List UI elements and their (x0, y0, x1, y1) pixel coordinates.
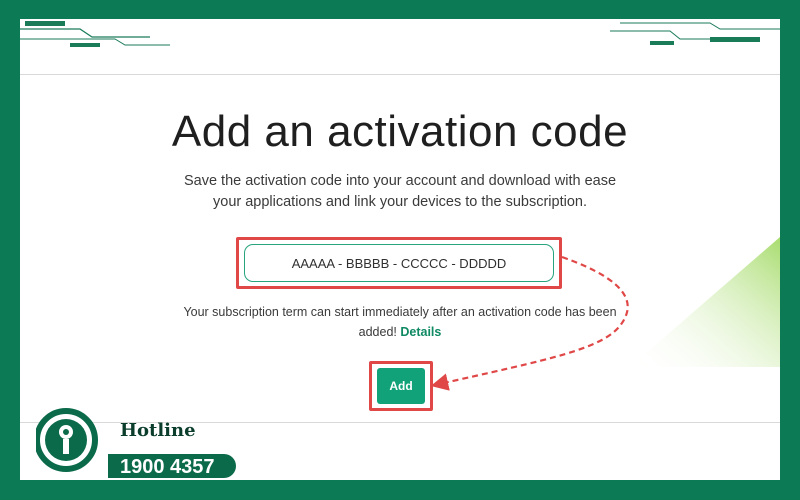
green-border-frame: Add an activation code Save the activati… (0, 0, 800, 500)
screenshot-panel: Add an activation code Save the activati… (20, 19, 780, 480)
hotline-badge: Hotline 1900 4357 (36, 406, 241, 478)
hotline-number: 1900 4357 (120, 456, 215, 478)
phone-icon (36, 408, 98, 472)
hotline-label: Hotline (120, 420, 196, 441)
